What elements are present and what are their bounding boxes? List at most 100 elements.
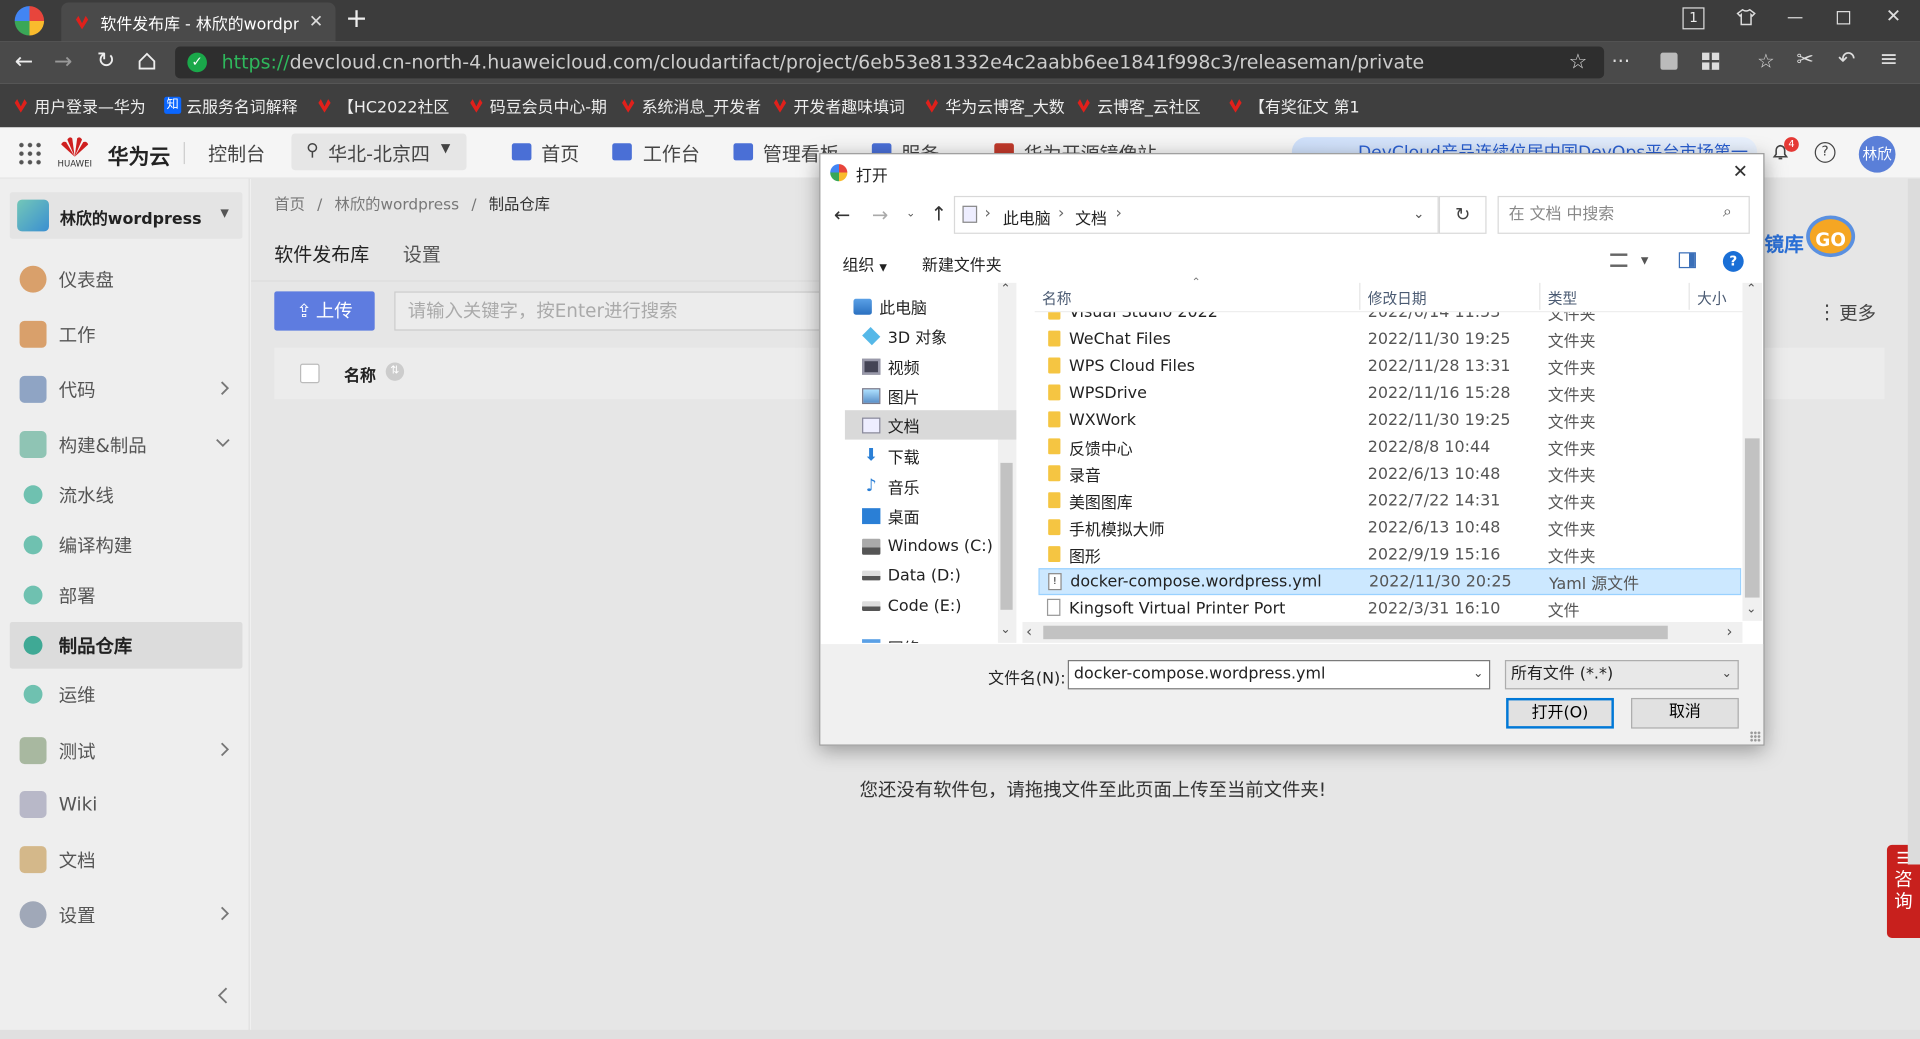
tree-scroll-down-icon[interactable]: ⌄ — [1000, 623, 1010, 636]
bookmark-item[interactable]: 【HC2022社区 — [316, 94, 468, 117]
breadcrumb-home[interactable]: 首页 — [274, 195, 305, 213]
more-button[interactable]: 更多 — [1839, 300, 1876, 326]
cancel-button[interactable]: 取消 — [1631, 697, 1739, 729]
app-grid-icon[interactable] — [17, 140, 42, 166]
sidebar-item-code[interactable]: 代码 — [10, 366, 243, 413]
bookmark-star-icon[interactable]: ☆ — [1569, 50, 1588, 74]
page-scrollbar[interactable] — [1907, 178, 1920, 865]
file-row-folder[interactable]: 录音 2022/6/13 10:48 文件夹 — [1038, 460, 1741, 487]
chevron-down-icon[interactable]: ⌄ — [1473, 661, 1483, 688]
refresh-path-button[interactable]: ↻ — [1438, 195, 1487, 234]
tree-item-drive-c[interactable]: Windows (C:) — [845, 531, 998, 560]
path-bar[interactable]: › 此电脑 › 文档 › ⌄ — [953, 195, 1439, 234]
nav-home[interactable]: 首页 — [541, 140, 579, 167]
column-modified[interactable]: 修改日期 — [1368, 288, 1427, 309]
help-icon[interactable]: ? — [1814, 142, 1836, 163]
close-window-icon[interactable]: ✕ — [1886, 5, 1901, 27]
tab-close-icon[interactable]: ✕ — [309, 12, 323, 32]
sidebar-item-work[interactable]: 工作 — [10, 311, 243, 358]
tree-item-downloads[interactable]: ⬇ 下载 — [845, 441, 998, 470]
file-row-folder[interactable]: WPSDrive 2022/11/16 15:28 文件夹 — [1038, 380, 1741, 407]
sidebar-item-test[interactable]: 测试 — [10, 727, 243, 774]
bookmark-item[interactable]: 用户登录—华为 — [12, 94, 164, 117]
path-segment-pc[interactable]: 此电脑 — [1003, 206, 1051, 229]
sidebar-item-wiki[interactable]: Wiki — [10, 781, 243, 828]
avatar[interactable]: 林欣 — [1858, 135, 1896, 173]
scissors-icon[interactable]: ✂ — [1796, 48, 1813, 72]
sidebar-item-docs[interactable]: 文档 — [10, 836, 243, 883]
sidebar-item-artifact-repo[interactable]: 制品仓库 — [9, 622, 243, 669]
column-name[interactable]: 名称 — [1042, 288, 1071, 309]
tab-software-release[interactable]: 软件发布库 — [274, 240, 369, 267]
home-icon[interactable] — [137, 51, 157, 71]
bookmark-item[interactable]: 华为云博客_大数 — [923, 94, 1075, 117]
new-folder-button[interactable]: 新建文件夹 — [922, 252, 1002, 275]
path-dropdown-icon[interactable]: ⌄ — [1413, 206, 1424, 222]
view-options-icon[interactable] — [1610, 253, 1628, 267]
address-bar[interactable]: ✓ https://devcloud.cn-north-4.huaweiclou… — [175, 46, 1605, 79]
scroll-down-icon[interactable]: ⌄ — [1746, 602, 1756, 615]
promo-badge[interactable]: 镜库 GO — [1765, 203, 1861, 259]
recent-dropdown-icon[interactable]: ⌄ — [906, 208, 915, 220]
scroll-left-icon[interactable]: ‹ — [1026, 623, 1032, 640]
tab-settings[interactable]: 设置 — [403, 240, 441, 267]
brand-name[interactable]: 华为云 — [108, 140, 170, 170]
bookmark-item[interactable]: 码豆会员中心-期 — [468, 94, 620, 117]
browser-logo-icon[interactable] — [14, 6, 45, 36]
file-row-folder[interactable]: 图形 2022/9/19 15:16 文件夹 — [1038, 541, 1741, 568]
collapse-sidebar-icon[interactable] — [217, 987, 228, 1004]
file-type-filter[interactable]: 所有文件 (*.*) ⌄ — [1504, 660, 1739, 690]
dialog-search-input[interactable]: 在 文档 中搜索 — [1497, 195, 1750, 234]
select-all-checkbox[interactable] — [300, 363, 320, 384]
list-hscroll-thumb[interactable] — [1043, 625, 1668, 640]
column-type[interactable]: 类型 — [1548, 288, 1577, 309]
bookmark-item[interactable]: 【有奖征文 第1 — [1227, 94, 1379, 117]
file-row-file[interactable]: Kingsoft Virtual Printer Port 2022/3/31 1… — [1038, 595, 1741, 621]
tree-item-desktop[interactable]: 桌面 — [845, 501, 998, 530]
help-icon[interactable]: ? — [1722, 251, 1744, 272]
tree-item-network-partial[interactable]: 网络 — [845, 636, 992, 643]
preview-pane-icon[interactable] — [1678, 252, 1696, 269]
undo-icon[interactable]: ↶ — [1838, 48, 1855, 72]
scroll-right-icon[interactable]: › — [1727, 623, 1733, 640]
sidebar-item-build-artifact[interactable]: 构建&制品 — [10, 421, 243, 468]
tree-item-drive-d[interactable]: Data (D:) — [845, 561, 998, 590]
sidebar-item-dashboard[interactable]: 仪表盘 — [10, 256, 243, 303]
shirt-icon[interactable] — [1736, 7, 1756, 27]
sidebar-item-pipeline[interactable]: 流水线 — [10, 471, 243, 518]
console-link[interactable]: 控制台 — [208, 140, 265, 167]
favorites-list-icon[interactable]: ☆ — [1757, 49, 1775, 72]
apps-grid-icon[interactable] — [1702, 52, 1720, 70]
bookmark-item[interactable]: 开发者趣味填词 — [771, 94, 923, 117]
file-row-folder[interactable]: Visual Studio 20222022/6/14 11:53文件夹 — [1038, 312, 1741, 325]
tree-item-this-pc[interactable]: 此电脑 — [836, 291, 989, 320]
nav-workbench[interactable]: 工作台 — [643, 140, 700, 167]
file-row-folder[interactable]: WXWork 2022/11/30 19:25 文件夹 — [1038, 407, 1741, 434]
filename-input[interactable]: docker-compose.wordpress.yml ⌄ — [1067, 660, 1491, 690]
column-size[interactable]: 大小 — [1697, 288, 1726, 309]
package-search-input[interactable]: 请输入关键字，按Enter进行搜索 — [394, 291, 821, 331]
caret-down-icon[interactable]: ▼ — [1641, 255, 1649, 266]
list-vscroll-thumb[interactable] — [1744, 438, 1760, 598]
back-icon[interactable]: ← — [15, 49, 33, 75]
breadcrumb-project[interactable]: 林欣的wordpress — [335, 195, 460, 213]
open-button[interactable]: 打开(O) — [1506, 697, 1614, 729]
bookmark-item[interactable]: 云博客_云社区 — [1075, 94, 1227, 117]
tree-item-pictures[interactable]: 图片 — [845, 381, 998, 410]
sidebar-item-settings[interactable]: 设置 — [10, 891, 243, 938]
upload-button[interactable]: ⇪ 上传 — [274, 291, 375, 331]
tree-scroll-up-icon[interactable]: ⌃ — [1000, 283, 1010, 296]
file-row-folder[interactable]: 美图图库 2022/7/22 14:31 文件夹 — [1038, 487, 1741, 514]
tree-item-drive-e[interactable]: Code (E:) — [845, 591, 998, 620]
sort-icon[interactable]: ⇅ — [385, 362, 405, 381]
forward-icon[interactable]: → — [54, 49, 72, 75]
tree-item-music[interactable]: ♪ 音乐 — [845, 471, 998, 500]
reload-icon[interactable]: ↻ — [97, 48, 115, 74]
resize-grip-icon[interactable] — [1749, 731, 1761, 743]
dialog-forward-icon[interactable]: → — [872, 203, 888, 226]
dialog-back-icon[interactable]: ← — [834, 203, 850, 226]
tree-scroll-thumb[interactable] — [1000, 462, 1013, 610]
up-folder-icon[interactable]: ↑ — [931, 202, 947, 225]
huawei-logo-icon[interactable] — [58, 135, 92, 159]
file-row-folder[interactable]: 反馈中心 2022/8/8 10:44 文件夹 — [1038, 433, 1741, 460]
